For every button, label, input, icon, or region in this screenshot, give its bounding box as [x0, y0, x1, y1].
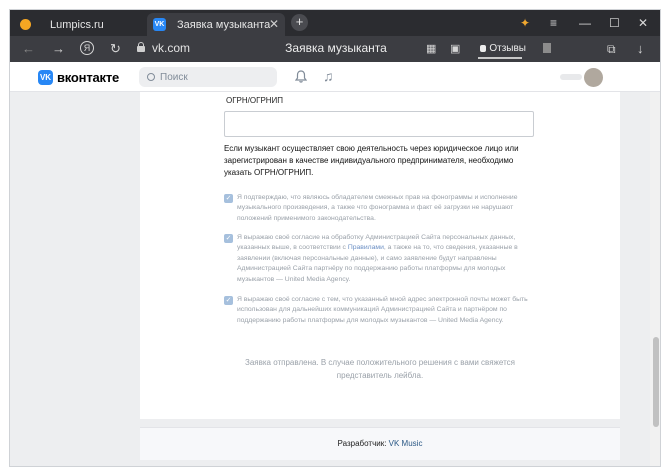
- checkbox-personal-data[interactable]: ✓: [224, 234, 233, 243]
- tab-close-icon[interactable]: ✕: [269, 17, 279, 31]
- reviews-underline: [478, 57, 522, 59]
- address-bar: ← → Я ↻ vk.com Заявка музыканта ▦ ▣ Отзы…: [10, 36, 660, 62]
- translate-icon[interactable]: ▦: [426, 41, 436, 57]
- url-field[interactable]: vk.com: [152, 41, 190, 55]
- tab-bar: Lumpics.ru VK Заявка музыканта ✕ + ✦ ≡ —…: [10, 10, 660, 36]
- application-form-card: ОГРН/ОГРНИП Если музыкант осуществляет с…: [140, 92, 620, 419]
- tab-label: Lumpics.ru: [50, 18, 104, 31]
- developer-credit: Разработчик: VK Music: [140, 439, 620, 448]
- blurred-username: [560, 74, 582, 80]
- ogrn-input[interactable]: [224, 111, 534, 137]
- chat-bubble-icon: [480, 45, 487, 52]
- vk-favicon-icon: VK: [153, 18, 166, 31]
- browser-window: Lumpics.ru VK Заявка музыканта ✕ + ✦ ≡ —…: [9, 9, 661, 467]
- forward-arrow-icon[interactable]: →: [52, 41, 65, 57]
- consent-rights: ✓ Я подтверждаю, что являюсь обладателем…: [224, 193, 536, 224]
- extension-icon[interactable]: ✦: [520, 15, 530, 31]
- minimize-icon[interactable]: —: [579, 15, 591, 31]
- sent-status-message: Заявка отправлена. В случае положительно…: [245, 358, 515, 380]
- developer-link[interactable]: VK Music: [389, 439, 423, 448]
- tab-label: Заявка музыканта: [177, 18, 271, 31]
- developer-label: Разработчик:: [337, 439, 387, 448]
- scrollbar-thumb[interactable]: [653, 337, 659, 427]
- tab-lumpics[interactable]: Lumpics.ru: [14, 13, 144, 36]
- consent-email: ✓ Я выражаю своё согласие с тем, что ука…: [224, 295, 536, 326]
- lumpics-favicon-icon: [20, 19, 31, 30]
- tab-musician-application[interactable]: VK Заявка музыканта ✕: [147, 13, 285, 36]
- consent-text: Я выражаю своё согласие с тем, что указа…: [237, 296, 528, 324]
- search-placeholder: Поиск: [160, 71, 188, 83]
- reviews-button[interactable]: Отзывы: [480, 41, 526, 56]
- bookmark-icon[interactable]: [543, 43, 551, 53]
- developer-footer: Разработчик: VK Music: [140, 427, 620, 460]
- music-note-icon[interactable]: ♫: [323, 68, 334, 84]
- bell-icon[interactable]: [295, 70, 307, 83]
- search-input[interactable]: Поиск: [139, 67, 277, 87]
- consent-personal-data: ✓ Я выражаю своё согласие на обработку А…: [224, 233, 536, 285]
- page-title: Заявка музыканта: [285, 41, 387, 55]
- collections-icon[interactable]: ⧉: [607, 41, 616, 57]
- checkbox-rights[interactable]: ✓: [224, 194, 233, 203]
- consent-text: Я выражаю своё согласие на обработку Адм…: [237, 233, 536, 285]
- maximize-icon[interactable]: ☐: [609, 15, 620, 31]
- back-arrow-icon[interactable]: ←: [22, 41, 35, 57]
- consent-text: Я подтверждаю, что являюсь обладателем с…: [237, 194, 518, 222]
- lock-icon[interactable]: [137, 42, 145, 52]
- reviews-label: Отзывы: [489, 43, 526, 54]
- reload-icon[interactable]: ↻: [110, 41, 121, 57]
- download-icon[interactable]: ↓: [637, 41, 644, 57]
- rules-link[interactable]: Правилами: [348, 244, 384, 251]
- close-window-icon[interactable]: ✕: [638, 15, 648, 31]
- vk-header: VK вконтакте Поиск ♫: [10, 62, 660, 92]
- menu-icon[interactable]: ≡: [550, 15, 557, 31]
- ogrn-notice: Если музыкант осуществляет свою деятельн…: [224, 144, 519, 177]
- extension-puzzle-icon[interactable]: ▣: [450, 41, 460, 57]
- yandex-icon[interactable]: Я: [80, 41, 94, 55]
- ogrn-label: ОГРН/ОГРНИП: [226, 96, 284, 105]
- new-tab-button[interactable]: +: [291, 14, 308, 31]
- checkbox-email[interactable]: ✓: [224, 296, 233, 305]
- avatar[interactable]: [584, 68, 603, 87]
- search-icon: [147, 73, 155, 81]
- vk-logo-text[interactable]: вконтакте: [57, 70, 119, 85]
- vk-logo-icon[interactable]: VK: [38, 70, 53, 85]
